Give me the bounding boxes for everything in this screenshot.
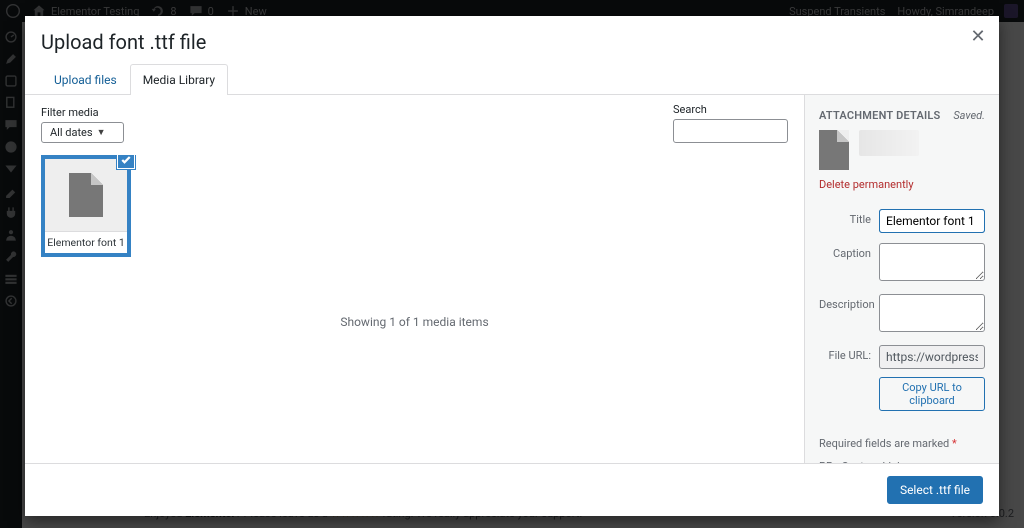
library-panel: Filter media All dates ▼ Search Elemento… [25,95,804,463]
modal-title: Upload font .ttf file [41,30,983,54]
tabs: Upload files Media Library [25,64,999,95]
details-heading: ATTACHMENT DETAILS [819,109,941,122]
label-caption: Caption [819,243,879,260]
copy-url-button[interactable]: Copy URL to clipboard [879,377,985,411]
selected-check[interactable] [117,155,135,169]
attachment-name: Elementor font 1 [45,231,127,253]
label-file-url: File URL: [819,345,879,362]
description-input[interactable] [879,294,985,332]
document-icon [69,173,103,217]
caption-input[interactable] [879,243,985,281]
pp-custom-link-label: PP - Custom Link [805,460,999,463]
title-input[interactable] [879,209,985,233]
label-title: Title [819,209,879,226]
media-modal: Upload font .ttf file ✕ Upload files Med… [25,16,999,516]
search-input[interactable] [673,119,788,143]
saved-indicator: Saved. [953,109,985,122]
label-description: Description [819,294,879,311]
grid-status: Showing 1 of 1 media items [25,315,804,329]
attachment-item[interactable]: Elementor font 1 [41,155,131,257]
attachments-grid: Elementor font 1 Showing 1 of 1 media it… [25,155,804,463]
document-icon [819,130,849,170]
tab-media-library[interactable]: Media Library [130,64,228,95]
filter-label: Filter media [41,106,124,119]
select-file-button[interactable]: Select .ttf file [887,476,983,504]
search-label: Search [673,103,788,116]
check-icon [120,155,132,166]
delete-permanently[interactable]: Delete permanently [805,178,999,201]
file-url-input[interactable] [879,345,985,369]
file-meta [859,130,919,156]
date-filter[interactable]: All dates ▼ [41,122,124,143]
required-note: Required fields are marked * [805,437,999,460]
chevron-down-icon: ▼ [97,127,106,138]
close-icon: ✕ [970,28,985,46]
attachment-details: ATTACHMENT DETAILS Saved. Delete permane… [804,95,999,463]
close-button[interactable]: ✕ [967,26,989,48]
tab-upload-files[interactable]: Upload files [41,64,130,95]
